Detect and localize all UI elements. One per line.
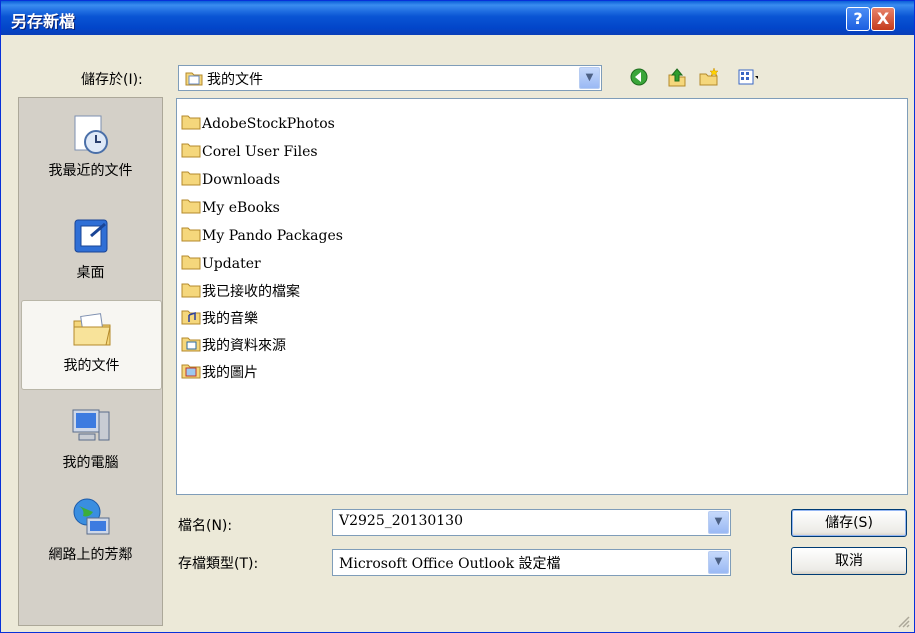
file-name: My eBooks — [202, 200, 280, 216]
filetype-label: 存檔類型(T): — [178, 556, 259, 572]
filetype-value: Microsoft Office Outlook 設定檔 — [339, 556, 561, 572]
back-icon[interactable] — [629, 67, 649, 87]
recent-documents-icon — [74, 115, 108, 154]
file-name: Downloads — [202, 172, 281, 188]
cancel-button[interactable]: 取消 — [791, 547, 907, 575]
new-folder-icon[interactable] — [699, 67, 719, 87]
filename-value: V2925_20130130 — [339, 513, 463, 529]
list-item[interactable]: Corel User Files — [181, 142, 318, 162]
save-in-value: 我的文件 — [207, 72, 263, 88]
place-label: 桌面 — [76, 265, 105, 281]
place-network[interactable]: 網路上的芳鄰 — [21, 496, 160, 564]
chevron-down-icon[interactable]: ▼ — [708, 551, 729, 574]
network-places-icon — [73, 498, 109, 535]
file-name: My Pando Packages — [202, 228, 343, 244]
save-in-dropdown[interactable]: 我的文件 ▼ — [178, 65, 602, 91]
save-button[interactable]: 儲存(S) — [791, 509, 907, 537]
music-folder-icon — [181, 310, 201, 325]
up-folder-icon[interactable] — [667, 67, 687, 87]
feeds-folder-icon — [181, 337, 201, 352]
filetype-dropdown[interactable]: Microsoft Office Outlook 設定檔 ▼ — [332, 549, 731, 576]
filename-field[interactable]: V2925_20130130 ▼ — [332, 509, 731, 536]
place-recent-documents[interactable]: 我最近的文件 — [21, 112, 160, 180]
place-my-computer[interactable]: 我的電腦 — [21, 404, 160, 472]
resize-grip-icon[interactable] — [897, 615, 911, 629]
list-item[interactable]: AdobeStockPhotos — [181, 114, 335, 134]
folder-icon — [181, 171, 201, 186]
file-name: Updater — [202, 256, 261, 272]
list-item[interactable]: 我的音樂 — [181, 309, 258, 329]
places-bar: 我最近的文件 桌面 我的文件 我的電腦 網路上的芳鄰 — [18, 97, 163, 626]
file-name: 我已接收的檔案 — [202, 284, 300, 300]
file-list[interactable]: AdobeStockPhotos Corel User Files Downlo… — [176, 98, 908, 495]
filename-label: 檔名(N): — [178, 518, 233, 534]
folder-icon — [181, 199, 201, 214]
title-bar[interactable]: 另存新檔 ? X — [1, 1, 914, 35]
place-label: 網路上的芳鄰 — [48, 547, 133, 563]
file-name: 我的音樂 — [202, 311, 258, 327]
my-documents-icon — [73, 313, 111, 346]
my-documents-small-icon — [185, 72, 203, 86]
help-button[interactable]: ? — [846, 7, 870, 31]
folder-icon — [181, 283, 201, 298]
chevron-down-icon[interactable]: ▼ — [708, 511, 729, 534]
save-as-dialog: 另存新檔 ? X 儲存於(I): 我的文件 ▼ 我最近的文件 桌面 我的文件 我… — [0, 0, 915, 633]
place-label: 我的文件 — [63, 358, 120, 374]
folder-icon — [181, 227, 201, 242]
place-label: 我最近的文件 — [48, 163, 133, 179]
save-in-label: 儲存於(I): — [81, 72, 143, 88]
file-name: Corel User Files — [202, 144, 318, 160]
file-name: AdobeStockPhotos — [202, 116, 335, 132]
folder-icon — [181, 143, 201, 158]
view-menu-icon[interactable] — [738, 67, 758, 87]
file-name: 我的圖片 — [202, 365, 258, 381]
list-item[interactable]: 我的資料來源 — [181, 336, 286, 356]
list-item[interactable]: My eBooks — [181, 198, 280, 218]
place-desktop[interactable]: 桌面 — [21, 214, 160, 282]
place-my-documents[interactable]: 我的文件 — [21, 300, 162, 390]
close-button[interactable]: X — [871, 7, 895, 31]
desktop-icon — [74, 219, 107, 253]
pictures-folder-icon — [181, 364, 201, 379]
list-item[interactable]: 我已接收的檔案 — [181, 282, 300, 302]
list-item[interactable]: 我的圖片 — [181, 363, 258, 383]
dialog-title: 另存新檔 — [11, 12, 76, 31]
place-label: 我的電腦 — [62, 455, 119, 471]
list-item[interactable]: Downloads — [181, 170, 280, 190]
my-computer-icon — [72, 409, 109, 441]
list-item[interactable]: Updater — [181, 254, 261, 274]
file-name: 我的資料來源 — [202, 338, 286, 354]
list-item[interactable]: My Pando Packages — [181, 226, 343, 246]
folder-icon — [181, 255, 201, 270]
folder-icon — [181, 115, 201, 130]
chevron-down-icon[interactable]: ▼ — [579, 67, 600, 89]
